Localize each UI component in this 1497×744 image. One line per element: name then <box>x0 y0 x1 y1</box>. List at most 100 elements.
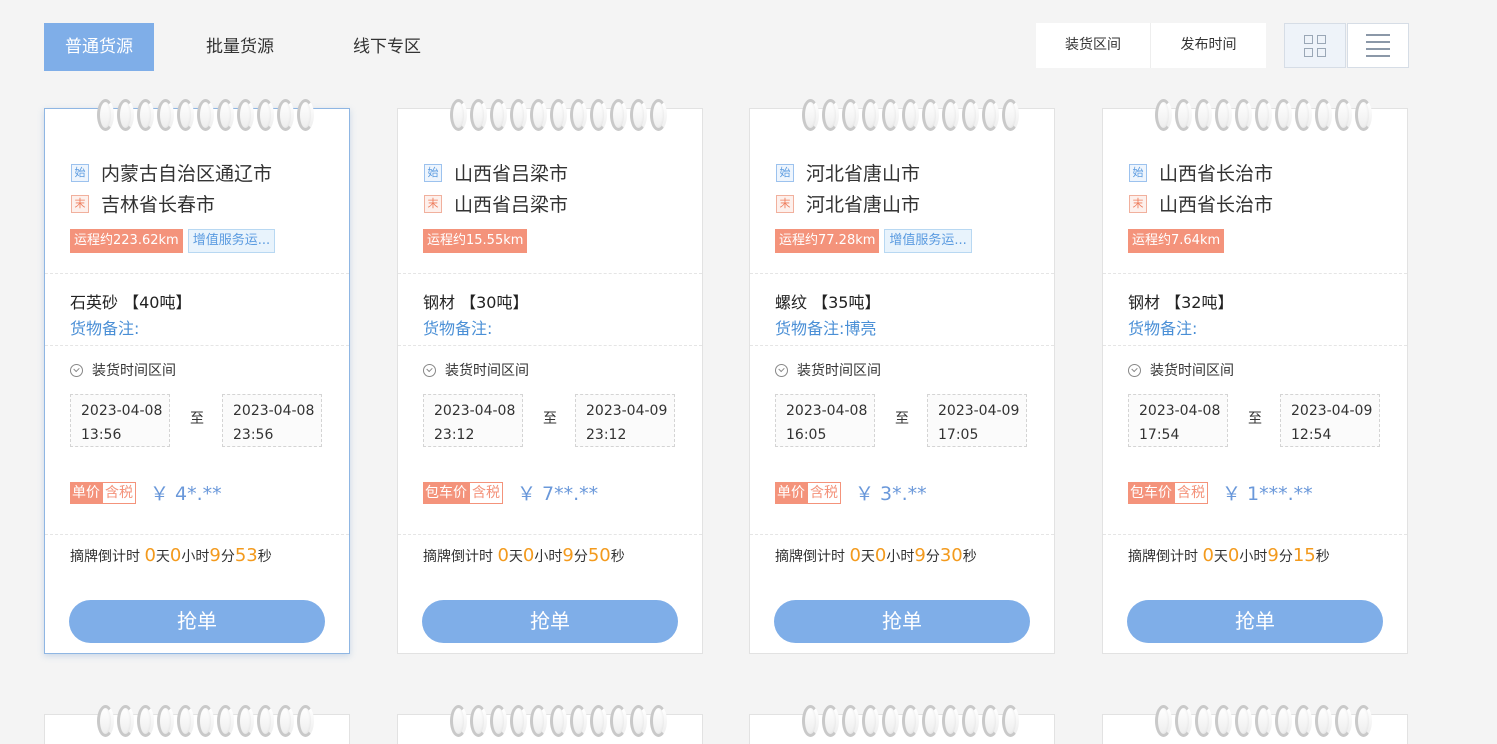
countdown-hours: 0 <box>874 545 887 566</box>
start-datetime: 2023-04-08 13:56 <box>70 394 170 447</box>
binder-ring <box>1295 99 1312 131</box>
grab-order-button[interactable]: 抢单 <box>1127 600 1383 643</box>
sort-load-range-button[interactable]: 装货区间 <box>1036 23 1151 68</box>
divider <box>398 273 702 274</box>
cargo-name: 石英砂 【40吨】 <box>70 293 192 312</box>
route: 始 内蒙古自治区通辽市 末 吉林省长春市 <box>71 157 272 219</box>
binder-ring <box>982 705 999 737</box>
hour-unit: 小时 <box>534 549 563 565</box>
binder-ring <box>962 99 979 131</box>
tab-normal-cargo[interactable]: 普通货源 <box>44 23 154 71</box>
cargo-card[interactable]: 始 山西省吕梁市 末 山西省吕梁市 运程约15.55km 钢材 【30吨】 货物… <box>397 99 703 654</box>
end-date: 2023-04-08 <box>233 403 315 419</box>
countdown-label: 摘牌倒计时 <box>775 549 845 565</box>
to-label: 至 <box>1248 411 1262 427</box>
destination-city: 吉林省长春市 <box>101 194 216 216</box>
start-time: 17:54 <box>1139 427 1180 443</box>
cargo-card[interactable]: 始 内蒙古自治区通辽市 末 吉林省长春市 运程约223.62km 增值服务运..… <box>44 99 350 654</box>
list-view-button[interactable] <box>1347 23 1409 68</box>
start-date: 2023-04-08 <box>81 403 163 419</box>
countdown-seconds: 30 <box>939 545 963 566</box>
binder-ring <box>237 705 254 737</box>
countdown: 摘牌倒计时 0天0小时9分15秒 <box>1128 545 1330 566</box>
day-unit: 天 <box>860 549 875 565</box>
binder-ring <box>1175 705 1192 737</box>
binder-ring <box>137 99 154 131</box>
binder-ring <box>862 705 879 737</box>
countdown-days: 0 <box>849 545 861 566</box>
start-tag: 始 <box>776 163 794 182</box>
cargo-remark: 货物备注: <box>423 319 493 338</box>
binder-ring <box>822 99 839 131</box>
price-type-badge: 单价 <box>775 481 807 504</box>
countdown-label: 摘牌倒计时 <box>423 549 493 565</box>
countdown-days: 0 <box>497 545 509 566</box>
end-datetime: 2023-04-08 23:56 <box>222 394 322 447</box>
binder-ring <box>1335 705 1352 737</box>
end-tag: 末 <box>424 194 442 213</box>
binder-ring <box>1235 705 1252 737</box>
to-label: 至 <box>190 411 204 427</box>
binder-ring <box>1315 99 1332 131</box>
binder-ring <box>117 99 134 131</box>
binder-ring <box>510 99 527 131</box>
countdown-minutes: 9 <box>209 545 221 566</box>
cargo-card[interactable]: 始 河北省唐山市 末 河北省唐山市 运程约77.28km 增值服务运... 螺纹… <box>749 99 1055 654</box>
badges: 运程约7.64km <box>1128 229 1225 253</box>
origin-city: 河北省唐山市 <box>806 163 921 185</box>
binder-ring <box>530 705 547 737</box>
binder-ring <box>450 99 467 131</box>
tax-included-badge: 含税 <box>469 481 503 504</box>
end-time: 23:12 <box>586 427 627 443</box>
binder-ring <box>922 705 939 737</box>
end-tag: 末 <box>1129 194 1147 213</box>
tab-bulk-cargo[interactable]: 批量货源 <box>206 23 274 71</box>
divider <box>45 534 349 535</box>
tab-offline-zone[interactable]: 线下专区 <box>353 23 421 71</box>
countdown: 摘牌倒计时 0天0小时9分30秒 <box>775 545 977 566</box>
hour-unit: 小时 <box>181 549 210 565</box>
binder-ring <box>197 99 214 131</box>
grid-view-button[interactable] <box>1284 23 1346 68</box>
binder-ring <box>630 705 647 737</box>
price-value: ￥ 7**.** <box>517 483 599 505</box>
load-time-label: 装货时间区间 <box>70 360 176 380</box>
binder-ring <box>590 99 607 131</box>
binder-ring <box>570 705 587 737</box>
grab-order-button[interactable]: 抢单 <box>69 600 325 643</box>
to-label: 至 <box>895 411 909 427</box>
countdown-hours: 0 <box>522 545 535 566</box>
cargo-card[interactable]: 始 山西省长治市 末 山西省长治市 运程约7.64km 钢材 【32吨】 货物备… <box>1102 99 1408 654</box>
clock-icon <box>775 363 788 377</box>
binder-rings-decoration <box>450 99 667 131</box>
start-datetime: 2023-04-08 16:05 <box>775 394 875 447</box>
cargo-name: 钢材 【32吨】 <box>1128 293 1234 312</box>
sort-publish-time-button[interactable]: 发布时间 <box>1151 23 1266 68</box>
day-unit: 天 <box>1213 549 1228 565</box>
binder-ring <box>902 705 919 737</box>
binder-ring <box>530 99 547 131</box>
binder-ring <box>550 705 567 737</box>
tax-included-badge: 含税 <box>102 481 136 504</box>
binder-ring <box>882 705 899 737</box>
countdown-seconds: 15 <box>1292 545 1316 566</box>
binder-ring <box>197 705 214 737</box>
load-time-label: 装货时间区间 <box>1128 360 1234 380</box>
binder-ring <box>1155 705 1172 737</box>
binder-ring <box>802 99 819 131</box>
countdown-days: 0 <box>144 545 156 566</box>
binder-ring <box>450 705 467 737</box>
grab-order-button[interactable]: 抢单 <box>774 600 1030 643</box>
binder-ring <box>217 99 234 131</box>
divider <box>1103 273 1407 274</box>
countdown: 摘牌倒计时 0天0小时9分50秒 <box>423 545 625 566</box>
binder-ring <box>882 99 899 131</box>
binder-ring <box>470 99 487 131</box>
load-time-label: 装货时间区间 <box>775 360 881 380</box>
binder-ring <box>490 705 507 737</box>
binder-ring <box>237 99 254 131</box>
binder-ring <box>257 705 274 737</box>
distance-badge: 运程约15.55km <box>423 229 528 253</box>
grab-order-button[interactable]: 抢单 <box>422 600 678 643</box>
load-time-label-text: 装货时间区间 <box>797 363 881 379</box>
